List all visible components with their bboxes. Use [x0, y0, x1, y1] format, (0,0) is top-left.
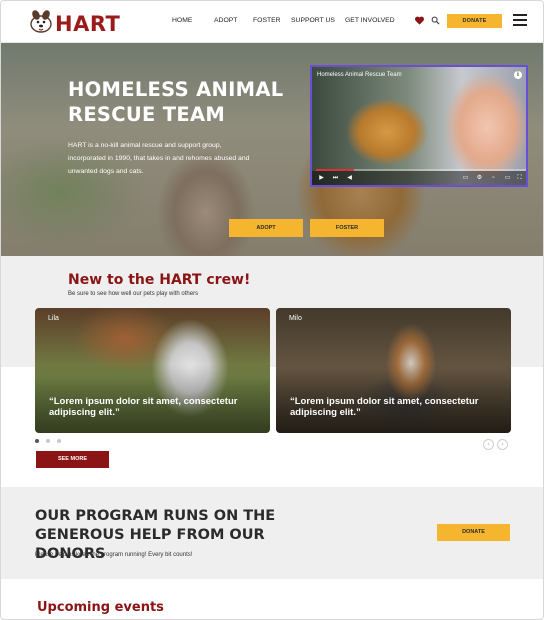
search-icon[interactable]	[431, 16, 440, 25]
pet-quote: “Lorem ipsum dolor sit amet, consectetur…	[49, 396, 238, 418]
pet-quote: “Lorem ipsum dolor sit amet, consectetur…	[290, 396, 479, 418]
site-header: HART HOME ADOPT FOSTER SUPPORT US GET IN…	[1, 1, 543, 43]
pet-card-milo[interactable]: Milo “Lorem ipsum dolor sit amet, consec…	[276, 308, 511, 433]
pet-name: Lila	[48, 315, 59, 322]
pet-card-lila[interactable]: Lila “Lorem ipsum dolor sit amet, consec…	[35, 308, 270, 433]
donors-donate-button[interactable]: DONATE	[437, 524, 510, 541]
see-more-button[interactable]: SEE MORE	[36, 451, 109, 468]
next-icon[interactable]: ⏭	[332, 175, 339, 182]
donors-subtitle: Please help us keep the program running!…	[35, 552, 193, 558]
fullscreen-icon[interactable]: ⛶	[516, 175, 523, 182]
nav-support-us[interactable]: SUPPORT US	[291, 17, 335, 24]
carousel-prev-icon[interactable]: ‹	[483, 439, 494, 450]
settings-icon[interactable]: ⚙	[476, 175, 483, 182]
crew-subtitle: Be sure to see how well our pets play wi…	[68, 291, 199, 297]
theater-icon[interactable]: ▭	[504, 175, 511, 182]
carousel-next-icon[interactable]: ›	[497, 439, 508, 450]
carousel-dot[interactable]	[46, 439, 50, 443]
hamburger-menu-icon[interactable]	[513, 14, 527, 26]
heart-icon[interactable]	[414, 15, 425, 26]
dog-logo-icon	[30, 10, 52, 33]
pet-name: Milo	[289, 315, 302, 322]
nav-home[interactable]: HOME	[172, 17, 192, 24]
header-donate-button[interactable]: DONATE	[447, 14, 502, 28]
nav-foster[interactable]: FOSTER	[253, 17, 281, 24]
carousel-dot[interactable]	[35, 439, 39, 443]
info-icon[interactable]: i	[514, 71, 522, 79]
carousel-dot[interactable]	[57, 439, 61, 443]
events-title: Upcoming events	[37, 600, 164, 615]
play-icon[interactable]: ▶	[318, 175, 325, 182]
video-player[interactable]: Homeless Animal Rescue Team i ▶ ⏭ ◀ ▭ ⚙ …	[310, 65, 528, 187]
video-controls: ▶ ⏭ ◀ ▭ ⚙ ▫ ▭ ⛶	[312, 171, 526, 185]
hero-title: HOMELESS ANIMAL RESCUE TEAM	[68, 78, 284, 126]
hero-description: HART is a no-kill animal rescue and supp…	[68, 142, 250, 175]
page-frame: HART HOME ADOPT FOSTER SUPPORT US GET IN…	[0, 0, 544, 620]
nav-adopt[interactable]: ADOPT	[214, 17, 237, 24]
volume-icon[interactable]: ◀	[346, 175, 353, 182]
logo-text: HART	[55, 12, 121, 36]
miniplayer-icon[interactable]: ▫	[490, 175, 497, 182]
hero-foster-button[interactable]: FOSTER	[310, 219, 384, 237]
hero-adopt-button[interactable]: ADOPT	[229, 219, 303, 237]
video-title: Homeless Animal Rescue Team	[317, 72, 402, 78]
nav-get-involved[interactable]: GET INVOLVED	[345, 17, 395, 24]
site-logo[interactable]: HART	[27, 7, 120, 37]
crew-title: New to the HART crew!	[68, 272, 251, 288]
captions-icon[interactable]: ▭	[462, 175, 469, 182]
